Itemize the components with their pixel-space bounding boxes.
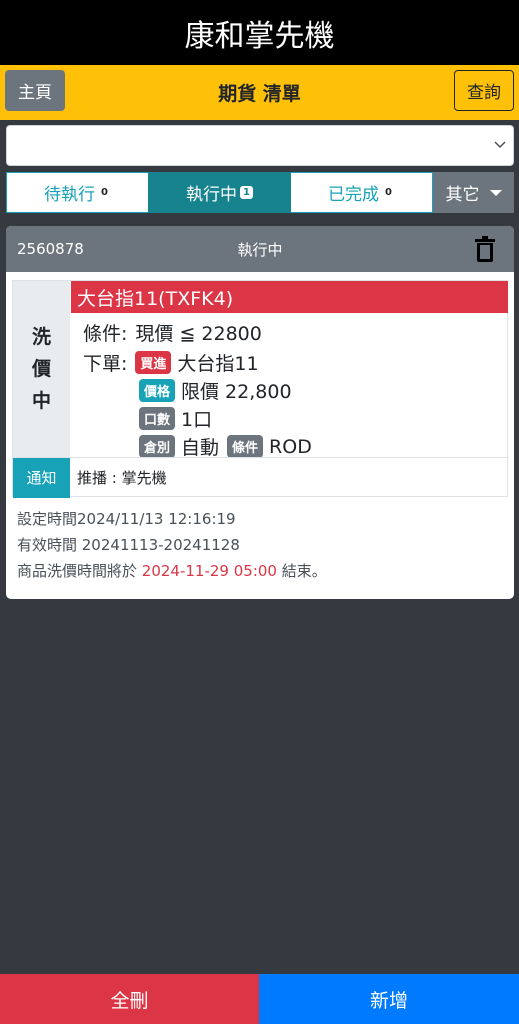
header-bar: 主頁 期貨 清單 查詢 xyxy=(0,65,519,120)
position-tag: 倉別 xyxy=(139,435,176,458)
notice-row: 通知 推播 : 掌先機 xyxy=(13,457,509,498)
price-value: 限價 22,800 xyxy=(181,381,292,403)
tab-running-count: 1 xyxy=(240,186,253,199)
end-time-row: 商品洗價時間將於 2024-11-29 05:00 結束。 xyxy=(17,558,327,584)
page-title: 期貨 清單 xyxy=(218,83,301,105)
tab-done[interactable]: 已完成 0 xyxy=(291,172,433,213)
status-tabs: 待執行 0 執行中 1 已完成 0 其它 xyxy=(6,172,514,213)
tab-running-label: 執行中 xyxy=(186,185,237,205)
delete-all-button[interactable]: 全刪 xyxy=(0,974,259,1024)
tab-pending[interactable]: 待執行 0 xyxy=(6,172,148,213)
end-suffix: 結束。 xyxy=(281,562,327,580)
tab-done-count: 0 xyxy=(385,187,392,198)
qty-tag: 口數 xyxy=(139,407,176,430)
notice-label: 通知 xyxy=(13,457,70,498)
order-id: 2560878 xyxy=(17,240,84,258)
side-char: 洗 xyxy=(31,326,51,348)
tab-running[interactable]: 執行中 1 xyxy=(148,172,291,213)
chevron-down-icon xyxy=(494,141,506,149)
order-label: 下單: xyxy=(83,353,128,375)
order-card-header: 2560878 執行中 xyxy=(6,226,514,272)
order-detail-panel: 洗 價 中 大台指11(TXFK4) 條件: 現價 ≦ 22800 下單: 買進… xyxy=(12,280,509,498)
side-char: 中 xyxy=(31,390,51,412)
query-button[interactable]: 查詢 xyxy=(454,70,514,111)
side-char: 價 xyxy=(31,358,51,380)
order-row: 下單: 買進 大台指11 xyxy=(83,349,259,376)
position-value: 自動 xyxy=(181,437,220,459)
set-time: 設定時間2024/11/13 12:16:19 xyxy=(17,510,236,528)
order-time-info: 設定時間2024/11/13 12:16:19 有效時間 20241113-20… xyxy=(17,506,327,584)
condition-value: 現價 ≦ 22800 xyxy=(135,323,262,345)
tab-pending-count: 0 xyxy=(101,187,108,198)
tab-other-label: 其它 xyxy=(445,185,480,205)
cond-value: ROD xyxy=(269,435,312,458)
product-name: 大台指11(TXFK4) xyxy=(71,281,508,313)
end-prefix: 商品洗價時間將於 xyxy=(17,562,138,580)
tab-other-dropdown[interactable]: 其它 xyxy=(433,172,514,213)
monitor-status-label: 洗 價 中 xyxy=(13,281,70,457)
price-row: 價格 限價 22,800 xyxy=(139,377,292,404)
price-tag: 價格 xyxy=(139,379,176,402)
buy-tag: 買進 xyxy=(135,351,172,374)
cond-tag: 條件 xyxy=(227,435,264,458)
valid-time: 有效時間 20241113-20241128 xyxy=(17,536,240,554)
tab-pending-label: 待執行 xyxy=(44,185,95,205)
qty-value: 1口 xyxy=(181,409,213,431)
account-select[interactable] xyxy=(6,125,514,166)
notice-text: 推播 : 掌先機 xyxy=(77,469,167,487)
end-time: 2024-11-29 05:00 xyxy=(141,562,277,580)
home-button[interactable]: 主頁 xyxy=(5,70,65,111)
condition-label: 條件: xyxy=(83,323,128,345)
trash-icon[interactable] xyxy=(474,236,496,262)
order-product: 大台指11 xyxy=(177,353,259,375)
add-button[interactable]: 新增 xyxy=(259,974,519,1024)
tab-done-label: 已完成 xyxy=(328,185,379,205)
bottom-bar: 全刪 新增 xyxy=(0,974,519,1024)
order-card: 2560878 執行中 洗 價 中 大台指11(TXFK4) 條件: 現價 ≦ … xyxy=(6,226,514,599)
qty-row: 口數 1口 xyxy=(139,405,212,432)
condition-row: 條件: 現價 ≦ 22800 xyxy=(83,319,262,346)
position-row: 倉別 自動 條件 ROD xyxy=(139,433,312,460)
app-title: 康和掌先機 xyxy=(0,0,519,65)
caret-down-icon xyxy=(489,189,502,196)
